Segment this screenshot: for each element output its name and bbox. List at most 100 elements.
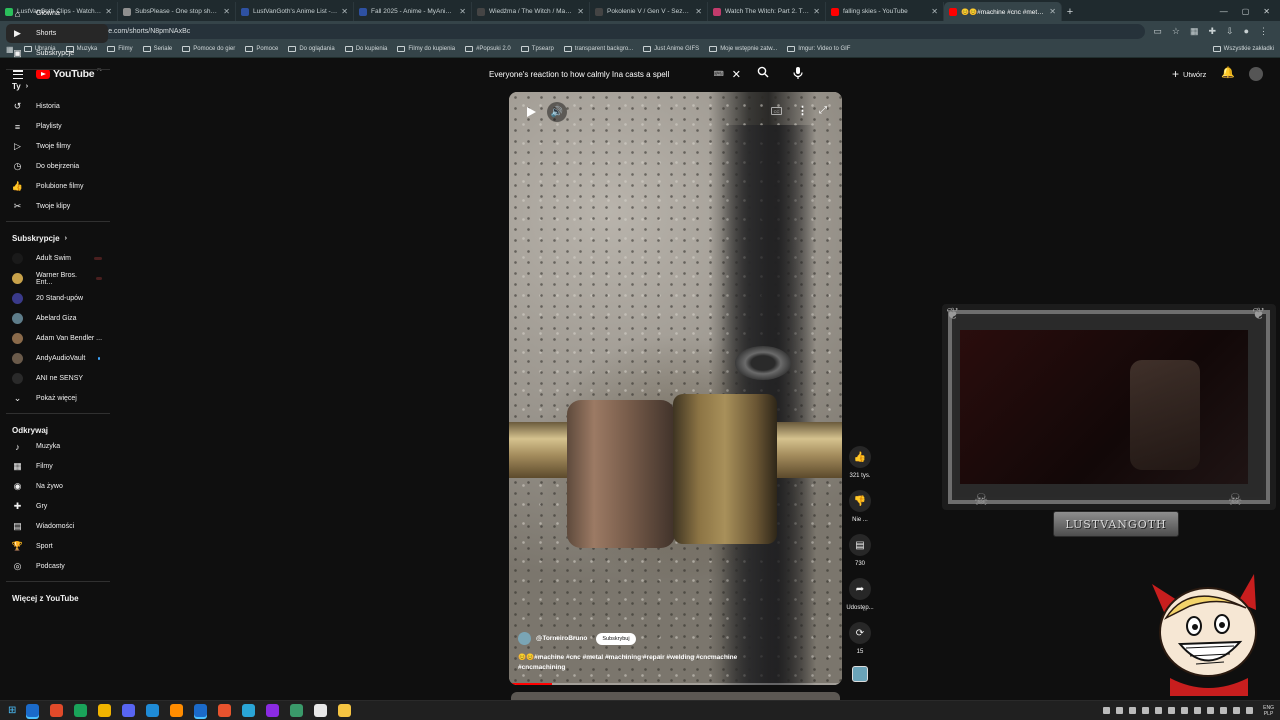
channel-avatar[interactable]: [518, 632, 531, 645]
taskbar-app-icon[interactable]: [266, 704, 280, 717]
subscribe-button[interactable]: Subskrybuj: [596, 632, 636, 645]
tray-icon[interactable]: [1246, 707, 1254, 714]
browser-tab[interactable]: falling skies - YouTube ✕: [826, 2, 944, 21]
sidebar-heading-explore[interactable]: Odkrywaj: [12, 426, 48, 435]
sidebar-item-you-0[interactable]: ↺ Historia: [6, 97, 108, 116]
volume-icon[interactable]: 🔊: [547, 102, 567, 122]
windows-start-icon[interactable]: ⊞: [8, 705, 16, 716]
close-tab-icon[interactable]: ✕: [341, 7, 348, 16]
tray-icon[interactable]: [1194, 707, 1202, 714]
dislike-icon[interactable]: 👎: [849, 490, 871, 512]
taskbar-app-icon[interactable]: [74, 704, 88, 717]
search-icon[interactable]: [757, 66, 769, 81]
taskbar-app-icon[interactable]: [242, 704, 256, 717]
sidebar-item-explore-0[interactable]: ♪ Muzyka: [6, 437, 108, 456]
sidebar-item-główna[interactable]: ⌂ Główna: [6, 4, 108, 23]
sidebar-subscription-item[interactable]: Adult Swim: [6, 249, 108, 268]
tray-icon[interactable]: [1142, 707, 1150, 714]
bookmark-item[interactable]: Tpsearp: [520, 46, 554, 52]
taskbar-app-icon[interactable]: [218, 704, 232, 717]
taskbar-app-icon[interactable]: [338, 704, 352, 717]
browser-tab[interactable]: SubsPlease - One stop shop fo ✕: [118, 2, 236, 21]
shorts-player[interactable]: 🔊 CC ⋮ ⤢ @TorneiroBruno Subskrybuj 😊😊#ma…: [509, 92, 842, 685]
bookmark-item[interactable]: Pomoce do gier: [182, 46, 235, 52]
close-tab-icon[interactable]: ✕: [813, 7, 820, 16]
maximize-icon[interactable]: ▢: [1242, 7, 1250, 16]
browser-tab[interactable]: LustVanGoth's Anime List - My ✕: [236, 2, 354, 21]
fullscreen-icon[interactable]: ⤢: [819, 105, 827, 116]
bookmark-item[interactable]: Do oglądania: [288, 46, 335, 52]
bookmark-item[interactable]: #Popsuki 2.0: [465, 46, 511, 52]
taskbar-app-icon[interactable]: [170, 704, 184, 717]
like-icon[interactable]: 👍: [849, 446, 871, 468]
taskbar-app-icon[interactable]: [146, 704, 160, 717]
cast-icon[interactable]: ▭: [1153, 26, 1162, 37]
profile-icon[interactable]: ●: [1244, 26, 1249, 37]
bookmark-item[interactable]: Seriale: [142, 46, 172, 52]
url-field[interactable]: ⚙ youtube.com/shorts/N8pmNAxBc: [66, 23, 1146, 39]
sidebar-item-subskrypcje[interactable]: ▣ Subskrypcje: [6, 44, 108, 63]
browser-menu-icon[interactable]: ⋮: [1259, 26, 1268, 37]
sidebar-heading-subscriptions[interactable]: Subskrypcje ›: [12, 234, 67, 243]
download-icon[interactable]: ⇩: [1226, 26, 1234, 37]
close-window-icon[interactable]: ✕: [1263, 7, 1270, 16]
sidebar-item-explore-1[interactable]: ▦ Filmy: [6, 457, 108, 476]
video-description[interactable]: 😊😊#machine #cnc #metal #machining #repai…: [518, 653, 758, 673]
more-options-icon[interactable]: ⋮: [797, 104, 808, 117]
progress-bar[interactable]: [509, 683, 842, 685]
bookmark-item[interactable]: Moje wstępnie zatw...: [709, 46, 777, 52]
browser-tab[interactable]: Fall 2025 - Anime - MyAnimeLi ✕: [354, 2, 472, 21]
tray-icon[interactable]: [1129, 707, 1137, 714]
comments-icon[interactable]: ▤: [849, 534, 871, 556]
language-indicator[interactable]: ENG PLP: [1263, 705, 1274, 717]
clear-search-icon[interactable]: ✕: [732, 68, 741, 81]
sidebar-item-you-3[interactable]: ◷ Do obejrzenia: [6, 157, 108, 176]
bookmark-item[interactable]: Pomoce: [245, 46, 278, 52]
menu-icon[interactable]: [13, 70, 23, 79]
tray-icon[interactable]: [1220, 707, 1228, 714]
tray-icon[interactable]: [1233, 707, 1241, 714]
close-tab-icon[interactable]: ✕: [695, 7, 702, 16]
like-action[interactable]: 👍 321 tys.: [843, 446, 877, 479]
bookmark-item[interactable]: Just Anime GIFS: [643, 46, 699, 52]
browser-tab[interactable]: Wiedźma / The Witch / Ma-nyo ✕: [472, 2, 590, 21]
tray-icon[interactable]: [1155, 707, 1163, 714]
taskbar-app-icon[interactable]: [194, 704, 208, 717]
create-button[interactable]: + Utwórz: [1164, 65, 1214, 83]
sidebar-item-you-2[interactable]: ▷ Twoje filmy: [6, 137, 108, 156]
dislike-action[interactable]: 👎 Nie ...: [843, 490, 877, 523]
sidebar-item-you-5[interactable]: ✂ Twoje klipy: [6, 197, 108, 216]
next-short-preview[interactable]: [511, 692, 840, 700]
captions-icon[interactable]: CC: [771, 107, 782, 115]
sidebar-item-explore-5[interactable]: 🏆 Sport: [6, 537, 108, 556]
sidebar-item-explore-2[interactable]: ◉ Na żywo: [6, 477, 108, 496]
tray-icon[interactable]: [1207, 707, 1215, 714]
close-tab-icon[interactable]: ✕: [223, 7, 230, 16]
bookmark-item[interactable]: transparent backgro...: [563, 46, 633, 52]
minimize-icon[interactable]: —: [1220, 7, 1228, 16]
tray-icon[interactable]: [1116, 707, 1124, 714]
sidebar-subscription-item[interactable]: Warner Bros. Ent...: [6, 269, 108, 288]
sidebar-subscription-item[interactable]: 20 Stand-upów: [6, 289, 108, 308]
sidebar-item-explore-3[interactable]: ✚ Gry: [6, 497, 108, 516]
all-bookmarks-link[interactable]: Wszystkie zakładki: [1212, 46, 1274, 52]
browser-tab[interactable]: Watch The Witch: Part 2. The O ✕: [708, 2, 826, 21]
comments-action[interactable]: ▤ 730: [843, 534, 877, 567]
taskbar-app-icon[interactable]: [122, 704, 136, 717]
sidebar-item-you-4[interactable]: 👍 Polubione filmy: [6, 177, 108, 196]
extensions-puzzle-icon[interactable]: ✚: [1208, 26, 1216, 37]
remix-icon[interactable]: ⟳: [849, 622, 871, 644]
notifications-bell-icon[interactable]: 🔔: [1221, 66, 1235, 79]
taskbar-app-icon[interactable]: [98, 704, 112, 717]
bookmark-item[interactable]: Do kupienia: [344, 46, 387, 52]
bookmark-item[interactable]: Imgur: Video to GIF: [787, 46, 850, 52]
sidebar-subscription-item[interactable]: AndyAudioVault: [6, 349, 108, 368]
sidebar-item-shorts[interactable]: ▶ Shorts: [6, 24, 108, 43]
tray-icon[interactable]: [1168, 707, 1176, 714]
sidebar-heading-more[interactable]: Więcej z YouTube: [12, 594, 79, 603]
close-tab-icon[interactable]: ✕: [931, 7, 938, 16]
close-tab-icon[interactable]: ✕: [577, 7, 584, 16]
new-tab-button[interactable]: +: [1062, 2, 1078, 21]
microphone-icon[interactable]: [792, 66, 804, 80]
share-icon[interactable]: ➦: [849, 578, 871, 600]
